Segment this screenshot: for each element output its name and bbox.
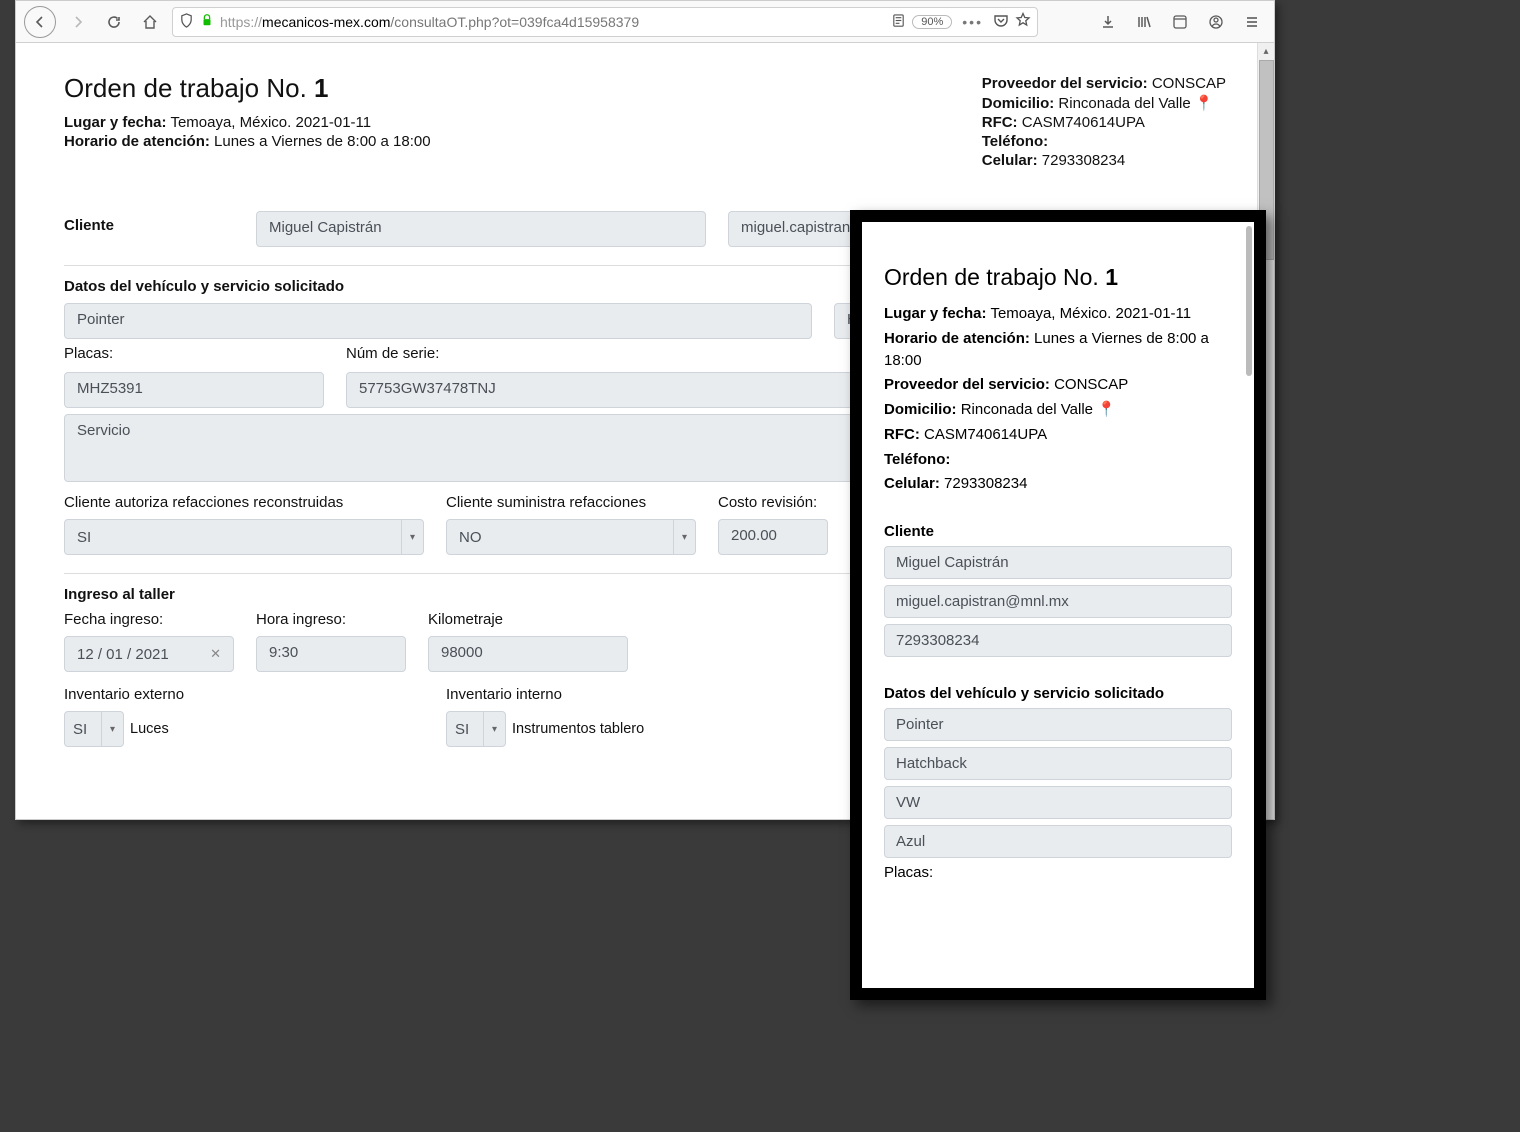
pocket-icon[interactable] xyxy=(993,12,1009,31)
plates-field[interactable]: MHZ5391 xyxy=(64,372,324,408)
clear-date-icon[interactable]: ✕ xyxy=(210,646,221,662)
mobile-content: Orden de trabajo No. 1 Lugar y fecha: Te… xyxy=(862,222,1254,905)
intake-time-label: Hora ingreso: xyxy=(256,611,406,628)
mobile-client-email[interactable]: miguel.capistran@mnl.mx xyxy=(884,585,1232,618)
mobile-vehicle-model[interactable]: Pointer xyxy=(884,708,1232,741)
account-icon[interactable] xyxy=(1202,8,1230,36)
km-label: Kilometraje xyxy=(428,611,628,628)
client-name-field[interactable]: Miguel Capistrán xyxy=(256,211,706,247)
client-supplies-label: Cliente suministra refacciones xyxy=(446,494,696,511)
menu-icon[interactable] xyxy=(1238,8,1266,36)
home-button[interactable] xyxy=(136,8,164,36)
auth-rebuild-label: Cliente autoriza refacciones reconstruid… xyxy=(64,494,424,511)
chevron-down-icon: ▾ xyxy=(483,712,505,746)
map-pin-icon[interactable]: 📍 xyxy=(1097,399,1116,421)
intake-date-field[interactable]: 12 / 01 / 2021✕ xyxy=(64,636,234,672)
browser-toolbar: https://mecanicos-mex.com/consultaOT.php… xyxy=(16,1,1274,43)
address-bar[interactable]: https://mecanicos-mex.com/consultaOT.php… xyxy=(172,7,1038,37)
mobile-viewport: Orden de trabajo No. 1 Lugar y fecha: Te… xyxy=(862,222,1254,988)
review-cost-label: Costo revisión: xyxy=(718,494,828,511)
int-inventory-label: Inventario interno xyxy=(446,686,806,703)
chevron-down-icon: ▾ xyxy=(401,520,423,554)
page-title: Orden de trabajo No. 1 xyxy=(64,73,431,104)
mobile-vehicle-title: Datos del vehículo y servicio solicitado xyxy=(884,685,1232,702)
client-section-title: Cliente xyxy=(64,217,234,234)
zoom-badge[interactable]: 90% xyxy=(912,15,952,29)
ext-inventory-select[interactable]: SI▾ xyxy=(64,711,124,747)
chevron-down-icon: ▾ xyxy=(673,520,695,554)
mobile-title: Orden de trabajo No. 1 xyxy=(884,264,1232,291)
mobile-plates-label: Placas: xyxy=(884,864,1232,881)
bookmark-star-icon[interactable] xyxy=(1015,12,1031,31)
mobile-vehicle-color[interactable]: Azul xyxy=(884,825,1232,858)
workorder-header: Orden de trabajo No. 1 Lugar y fecha: Te… xyxy=(64,73,431,171)
url-text: https://mecanicos-mex.com/consultaOT.php… xyxy=(220,14,885,30)
int-inventory-select[interactable]: SI▾ xyxy=(446,711,506,747)
client-supplies-select[interactable]: NO▾ xyxy=(446,519,696,555)
library-icon[interactable] xyxy=(1130,8,1158,36)
mobile-preview-frame: Orden de trabajo No. 1 Lugar y fecha: Te… xyxy=(850,210,1266,1000)
more-icon[interactable]: ••• xyxy=(958,14,987,30)
mobile-client-name[interactable]: Miguel Capistrán xyxy=(884,546,1232,579)
lock-icon xyxy=(200,13,214,30)
mobile-client-title: Cliente xyxy=(884,523,1232,540)
reader-mode-icon[interactable] xyxy=(891,13,906,31)
int-inventory-item: Instrumentos tablero xyxy=(512,721,644,737)
scroll-up-icon[interactable]: ▴ xyxy=(1258,43,1274,60)
provider-info: Proveedor del servicio: CONSCAP Domicili… xyxy=(982,73,1226,171)
mobile-vehicle-make[interactable]: VW xyxy=(884,786,1232,819)
mobile-vehicle-body[interactable]: Hatchback xyxy=(884,747,1232,780)
sidebar-icon[interactable] xyxy=(1166,8,1194,36)
mobile-scrollbar[interactable] xyxy=(1246,226,1252,376)
mobile-client-phone[interactable]: 7293308234 xyxy=(884,624,1232,657)
back-button[interactable] xyxy=(24,6,56,38)
review-cost-field[interactable]: 200.00 xyxy=(718,519,828,555)
chevron-down-icon: ▾ xyxy=(101,712,123,746)
plates-label: Placas: xyxy=(64,345,324,362)
ext-inventory-label: Inventario externo xyxy=(64,686,424,703)
ext-inventory-item: Luces xyxy=(130,721,169,737)
shield-icon xyxy=(179,13,194,31)
reload-button[interactable] xyxy=(100,8,128,36)
vehicle-model-field[interactable]: Pointer xyxy=(64,303,812,339)
download-icon[interactable] xyxy=(1094,8,1122,36)
km-field[interactable]: 98000 xyxy=(428,636,628,672)
intake-time-field[interactable]: 9:30 xyxy=(256,636,406,672)
forward-button[interactable] xyxy=(64,8,92,36)
auth-rebuild-select[interactable]: SI▾ xyxy=(64,519,424,555)
intake-date-label: Fecha ingreso: xyxy=(64,611,234,628)
map-pin-icon[interactable]: 📍 xyxy=(1195,94,1214,112)
